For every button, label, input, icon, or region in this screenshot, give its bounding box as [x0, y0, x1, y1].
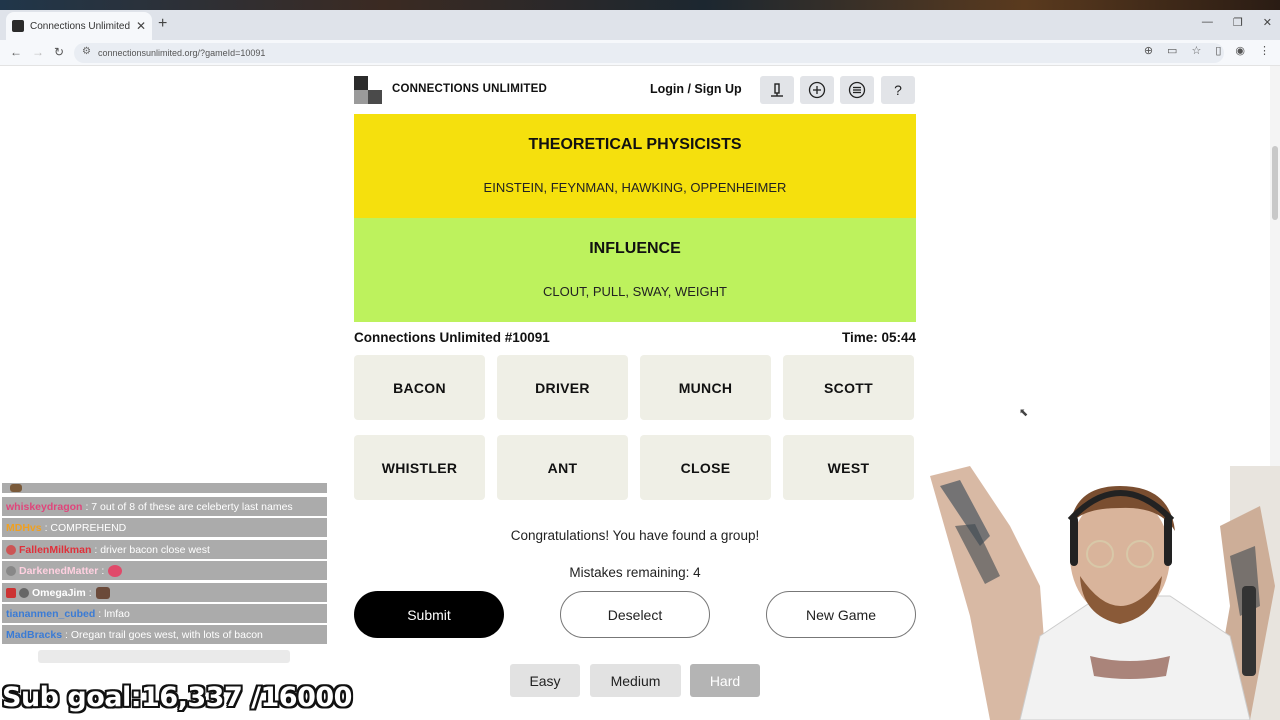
chat-username: tiananmen_cubed	[6, 607, 96, 620]
word-tile[interactable]: SCOTT	[783, 355, 914, 420]
chat-username: whiskeydragon	[6, 500, 83, 513]
chat-message: FallenMilkman : driver bacon close west	[2, 540, 327, 559]
stream-chat-overlay: whiskeydragon : 7 out of 8 of these are …	[0, 483, 328, 663]
word-tile[interactable]: DRIVER	[497, 355, 628, 420]
puzzle-id: Connections Unlimited #10091	[354, 330, 550, 345]
url-text: connectionsunlimited.org/?gameId=10091	[98, 48, 266, 58]
browser-toolbar-icons: ⊕ ▭ ☆ ▯ ◉ ⋮	[1144, 44, 1270, 57]
difficulty-easy-button[interactable]: Easy	[510, 664, 580, 697]
help-button[interactable]: ?	[881, 76, 915, 104]
difficulty-medium-button[interactable]: Medium	[590, 664, 681, 697]
new-game-button[interactable]: New Game	[766, 591, 916, 638]
tab-title: Connections Unlimited NYT Ga	[30, 20, 130, 32]
webcam-feed	[930, 466, 1280, 720]
chat-message: MDHvs : COMPREHEND	[2, 518, 327, 537]
tab-strip	[0, 10, 1280, 40]
word-tile[interactable]: MUNCH	[640, 355, 771, 420]
leaderboard-button[interactable]	[760, 76, 794, 104]
chat-input-hint	[38, 650, 290, 663]
chat-message: MadBracks : Oregan trail goes west, with…	[2, 625, 327, 644]
chat-message	[2, 483, 327, 493]
minimize-icon[interactable]: —	[1202, 16, 1213, 29]
new-tab-button[interactable]: +	[158, 15, 167, 33]
group-title: INFLUENCE	[589, 240, 681, 257]
install-app-icon[interactable]: ▭	[1167, 44, 1177, 57]
chat-text: : COMPREHEND	[44, 521, 127, 534]
reload-icon[interactable]: ↻	[54, 45, 64, 59]
browser-tab[interactable]: Connections Unlimited NYT Ga ✕	[6, 12, 152, 40]
streamer-webcam	[930, 466, 1280, 720]
mouse-cursor-icon: ⬉	[1019, 407, 1029, 419]
chat-text: : lmfao	[98, 607, 130, 620]
solved-group-yellow: THEORETICAL PHYSICISTS EINSTEIN, FEYNMAN…	[354, 114, 916, 218]
site-logo[interactable]	[354, 76, 382, 104]
address-bar: ← → ↻ ⚙ connectionsunlimited.org/?gameId…	[0, 40, 1280, 66]
brand-name[interactable]: CONNECTIONS UNLIMITED	[392, 83, 547, 95]
forward-icon[interactable]: →	[32, 45, 44, 59]
podium-icon	[771, 83, 783, 97]
word-tile[interactable]: BACON	[354, 355, 485, 420]
menu-circle-icon	[848, 81, 866, 99]
chat-username: DarkenedMatter	[19, 564, 99, 577]
create-puzzle-button[interactable]	[800, 76, 834, 104]
chat-message: OmegaJim :	[2, 583, 327, 602]
word-tile[interactable]: WHISTLER	[354, 435, 485, 500]
site-header: CONNECTIONS UNLIMITED Login / Sign Up ?	[354, 74, 916, 106]
solved-group-green: INFLUENCE CLOUT, PULL, SWAY, WEIGHT	[354, 218, 916, 322]
mistakes-remaining: Mistakes remaining: 4	[569, 565, 701, 580]
help-icon: ?	[894, 82, 902, 98]
side-panel-icon[interactable]: ▯	[1215, 44, 1221, 57]
chat-message: tiananmen_cubed : lmfao	[2, 604, 327, 623]
group-members: CLOUT, PULL, SWAY, WEIGHT	[543, 284, 727, 299]
emote-icon	[95, 586, 110, 599]
chat-text: :	[101, 564, 105, 577]
emote-icon	[108, 564, 123, 577]
scrollbar-thumb[interactable]	[1272, 146, 1278, 220]
word-tile[interactable]: ANT	[497, 435, 628, 500]
chat-message: DarkenedMatter :	[2, 561, 327, 580]
site-info-icon[interactable]: ⚙	[82, 46, 91, 57]
chat-badge-icon	[6, 587, 16, 598]
submit-button[interactable]: Submit	[354, 591, 504, 638]
deselect-button[interactable]: Deselect	[560, 591, 710, 638]
chat-badge-icon	[6, 565, 16, 576]
browser-tab-bar: Connections Unlimited NYT Ga ✕ + — ❐ ✕	[0, 0, 1280, 40]
chat-badge-icon	[19, 587, 29, 598]
emote-icon	[10, 484, 22, 492]
chat-message: whiskeydragon : 7 out of 8 of these are …	[2, 497, 327, 516]
bookmark-star-icon[interactable]: ☆	[1191, 44, 1201, 57]
chat-text: :	[88, 586, 92, 599]
chat-text: : Oregan trail goes west, with lots of b…	[65, 628, 263, 641]
chat-badge-icon	[6, 544, 16, 555]
chat-username: MadBracks	[6, 628, 63, 641]
close-window-icon[interactable]: ✕	[1263, 16, 1272, 29]
word-tile[interactable]: WEST	[783, 435, 914, 500]
chat-username: FallenMilkman	[19, 543, 92, 556]
site-favicon-icon	[12, 20, 24, 32]
zoom-icon[interactable]: ⊕	[1144, 44, 1153, 57]
chat-text: : 7 out of 8 of these are celeberty last…	[85, 500, 293, 513]
chat-username: OmegaJim	[32, 586, 86, 599]
group-members: EINSTEIN, FEYNMAN, HAWKING, OPPENHEIMER	[483, 180, 787, 195]
chat-username: MDHvs	[6, 521, 42, 534]
word-tile[interactable]: CLOSE	[640, 435, 771, 500]
login-signup-link[interactable]: Login / Sign Up	[650, 82, 742, 96]
group-title: THEORETICAL PHYSICISTS	[528, 136, 742, 153]
restore-icon[interactable]: ❐	[1233, 16, 1243, 29]
status-message: Congratulations! You have found a group!	[510, 528, 760, 543]
url-field[interactable]: ⚙ connectionsunlimited.org/?gameId=10091	[74, 43, 1224, 63]
difficulty-hard-button[interactable]: Hard	[690, 664, 760, 697]
window-controls: — ❐ ✕	[1202, 16, 1272, 29]
sub-goal-overlay: Sub goal:16,337 /16000	[2, 682, 352, 713]
close-tab-icon[interactable]: ✕	[136, 19, 146, 33]
game-timer: Time: 05:44	[841, 330, 916, 345]
chat-text: : driver bacon close west	[94, 543, 210, 556]
game-info-row: Connections Unlimited #10091 Time: 05:44	[354, 330, 916, 348]
add-circle-icon	[808, 81, 826, 99]
menu-button[interactable]	[840, 76, 874, 104]
back-icon[interactable]: ←	[10, 45, 22, 59]
more-menu-icon[interactable]: ⋮	[1259, 44, 1270, 57]
profile-icon[interactable]: ◉	[1235, 44, 1245, 57]
